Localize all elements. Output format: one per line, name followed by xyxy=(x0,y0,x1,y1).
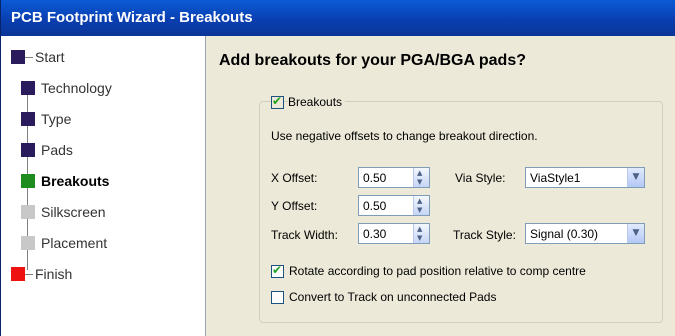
step-label: Technology xyxy=(41,80,112,96)
track-width-label: Track Width: xyxy=(271,228,338,242)
step-marker-icon xyxy=(21,174,35,188)
convert-checkbox-label[interactable]: Convert to Track on unconnected Pads xyxy=(289,290,496,304)
spin-down-icon[interactable]: ▼ xyxy=(417,178,422,186)
x-offset-spinner[interactable]: ▲ ▼ xyxy=(413,168,429,187)
via-style-value: ViaStyle1 xyxy=(530,171,581,185)
step-label: Breakouts xyxy=(41,173,110,189)
step-marker-icon xyxy=(21,236,35,250)
wizard-content: Add breakouts for your PGA/BGA pads? ✔ B… xyxy=(207,36,675,336)
step-label: Finish xyxy=(35,266,73,282)
step-marker-icon xyxy=(11,50,25,64)
step-breakouts[interactable]: Breakouts xyxy=(1,169,201,193)
track-style-label: Track Style: xyxy=(453,228,516,242)
rotate-checkbox-label[interactable]: Rotate according to pad position relativ… xyxy=(289,264,586,278)
track-width-input[interactable]: 0.30 ▲ ▼ xyxy=(358,223,430,244)
step-label: Type xyxy=(41,111,72,127)
chevron-down-icon[interactable]: ▼ xyxy=(627,224,644,243)
track-width-value: 0.30 xyxy=(363,227,387,241)
check-icon: ✔ xyxy=(272,263,283,277)
step-technology[interactable]: Technology xyxy=(1,76,201,100)
x-offset-label: X Offset: xyxy=(271,171,318,185)
spin-down-icon[interactable]: ▼ xyxy=(417,206,422,214)
step-label: Silkscreen xyxy=(41,204,106,220)
step-placement[interactable]: Placement xyxy=(1,231,201,255)
via-style-select[interactable]: ViaStyle1 ▼ xyxy=(525,167,645,188)
check-icon: ✔ xyxy=(272,94,283,108)
step-marker-icon xyxy=(21,143,35,157)
y-offset-spinner[interactable]: ▲ ▼ xyxy=(413,196,429,215)
y-offset-value: 0.50 xyxy=(363,199,387,213)
track-style-select[interactable]: Signal (0.30) ▼ xyxy=(525,223,645,244)
track-style-value: Signal (0.30) xyxy=(530,227,599,241)
step-start[interactable]: Start xyxy=(1,45,201,69)
spin-up-icon[interactable]: ▲ xyxy=(417,225,422,233)
x-offset-value: 0.50 xyxy=(363,171,387,185)
step-type[interactable]: Type xyxy=(1,107,201,131)
step-label: Placement xyxy=(41,235,108,251)
steps-sidebar: Start Technology Type Pads Breakouts Sil… xyxy=(1,36,206,336)
step-marker-icon xyxy=(21,81,35,95)
step-label: Start xyxy=(35,49,65,65)
step-marker-icon xyxy=(21,112,35,126)
y-offset-label: Y Offset: xyxy=(271,199,318,213)
spin-down-icon[interactable]: ▼ xyxy=(417,234,422,242)
chevron-down-icon[interactable]: ▼ xyxy=(627,168,644,187)
step-marker-icon xyxy=(21,205,35,219)
spin-up-icon[interactable]: ▲ xyxy=(417,197,422,205)
page-heading: Add breakouts for your PGA/BGA pads? xyxy=(219,52,526,69)
step-pads[interactable]: Pads xyxy=(1,138,201,162)
track-width-spinner[interactable]: ▲ ▼ xyxy=(413,224,429,243)
y-offset-input[interactable]: 0.50 ▲ ▼ xyxy=(358,195,430,216)
breakout-hint: Use negative offsets to change breakout … xyxy=(271,129,538,143)
step-silkscreen[interactable]: Silkscreen xyxy=(1,200,201,224)
convert-checkbox[interactable] xyxy=(271,291,284,304)
step-label: Pads xyxy=(41,142,73,158)
step-marker-icon xyxy=(11,267,25,281)
connector-tick xyxy=(25,57,33,58)
breakouts-checkbox[interactable]: ✔ xyxy=(271,94,284,109)
step-finish[interactable]: Finish xyxy=(1,262,201,286)
connector-tick xyxy=(25,274,33,275)
title-bar: PCB Footprint Wizard - Breakouts xyxy=(1,0,675,36)
x-offset-input[interactable]: 0.50 ▲ ▼ xyxy=(358,167,430,188)
wizard-window: PCB Footprint Wizard - Breakouts Start T… xyxy=(0,0,675,336)
via-style-label: Via Style: xyxy=(455,171,506,185)
rotate-checkbox[interactable]: ✔ xyxy=(271,263,284,278)
breakouts-checkbox-label[interactable]: Breakouts xyxy=(288,95,346,109)
spin-up-icon[interactable]: ▲ xyxy=(417,169,422,177)
